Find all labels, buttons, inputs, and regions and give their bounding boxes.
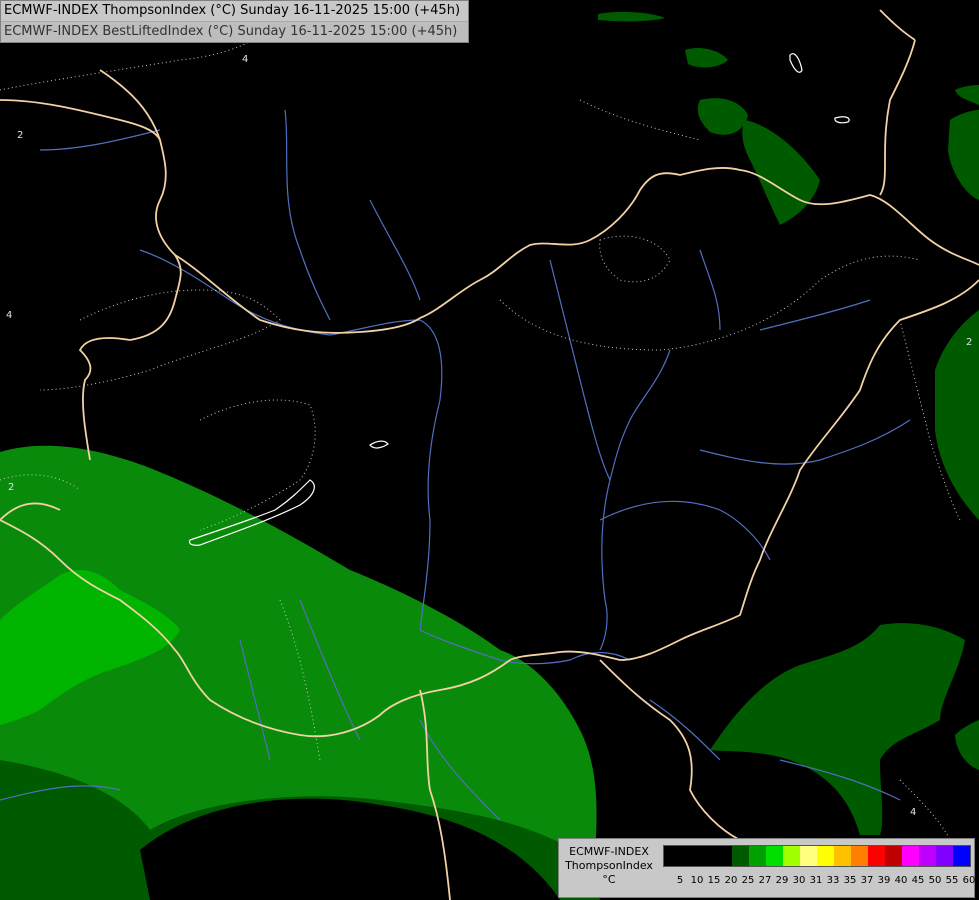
legend-swatch bbox=[766, 846, 783, 866]
legend-tick-label: 35 bbox=[843, 875, 857, 886]
legend-swatch bbox=[783, 846, 800, 866]
legend-tick-label: 55 bbox=[945, 875, 959, 886]
map-header: ECMWF-INDEX ThompsonIndex (°C) Sunday 16… bbox=[0, 0, 469, 43]
legend-swatch bbox=[953, 846, 970, 866]
legend-unit: °C bbox=[602, 873, 616, 886]
legend-title-line1: ECMWF-INDEX bbox=[569, 845, 649, 858]
color-legend: ECMWF-INDEX ThompsonIndex °C 5 10 15 20 25 27… bbox=[558, 838, 975, 898]
legend-tick-label: 25 bbox=[741, 875, 755, 886]
legend-tick-label: 10 bbox=[690, 875, 704, 886]
legend-ticks: 5 10 15 20 25 27 29 30 31 33 35 37 39 40 45 50 55 60 bbox=[663, 875, 976, 889]
legend-tick-label: 27 bbox=[758, 875, 772, 886]
contour-label: 4 bbox=[6, 310, 12, 321]
legend-swatch bbox=[749, 846, 766, 866]
thompson-index-title: ECMWF-INDEX ThompsonIndex (°C) Sunday 16… bbox=[4, 3, 461, 18]
legend-tick-label: 37 bbox=[860, 875, 874, 886]
legend-tick-label: 5 bbox=[676, 875, 684, 886]
legend-tick-label: 39 bbox=[877, 875, 891, 886]
contour-label: 4 bbox=[910, 807, 916, 818]
legend-swatch bbox=[834, 846, 851, 866]
legend-swatch bbox=[851, 846, 868, 866]
legend-tick-label: 33 bbox=[826, 875, 840, 886]
legend-swatch bbox=[715, 846, 732, 866]
legend-swatch bbox=[681, 846, 698, 866]
legend-tick-label: 40 bbox=[894, 875, 908, 886]
legend-title: ECMWF-INDEX ThompsonIndex °C bbox=[561, 845, 657, 887]
contour-label: 2 bbox=[17, 130, 23, 141]
legend-swatch bbox=[902, 846, 919, 866]
legend-tick-label: 60 bbox=[962, 875, 976, 886]
legend-tick-label: 31 bbox=[809, 875, 823, 886]
legend-swatches bbox=[663, 845, 971, 867]
legend-swatch bbox=[698, 846, 715, 866]
legend-tick-label: 20 bbox=[724, 875, 738, 886]
legend-tick-label: 15 bbox=[707, 875, 721, 886]
legend-swatch bbox=[919, 846, 936, 866]
legend-swatch bbox=[800, 846, 817, 866]
legend-swatch bbox=[664, 846, 681, 866]
legend-swatch bbox=[732, 846, 749, 866]
legend-tick-label: 45 bbox=[911, 875, 925, 886]
legend-swatch bbox=[817, 846, 834, 866]
best-lifted-index-title: ECMWF-INDEX BestLiftedIndex (°C) Sunday … bbox=[1, 21, 468, 42]
legend-title-line2: ThompsonIndex bbox=[565, 859, 653, 872]
contour-label: 4 bbox=[242, 54, 248, 65]
legend-tick-label: 29 bbox=[775, 875, 789, 886]
contour-label: 2 bbox=[8, 482, 14, 493]
legend-swatch bbox=[936, 846, 953, 866]
legend-tick-label: 50 bbox=[928, 875, 942, 886]
legend-swatch bbox=[868, 846, 885, 866]
map-canvas: 4 4 2 2 2 4 bbox=[0, 0, 979, 900]
contour-label: 2 bbox=[966, 337, 972, 348]
legend-swatch bbox=[885, 846, 902, 866]
legend-tick-label: 30 bbox=[792, 875, 806, 886]
